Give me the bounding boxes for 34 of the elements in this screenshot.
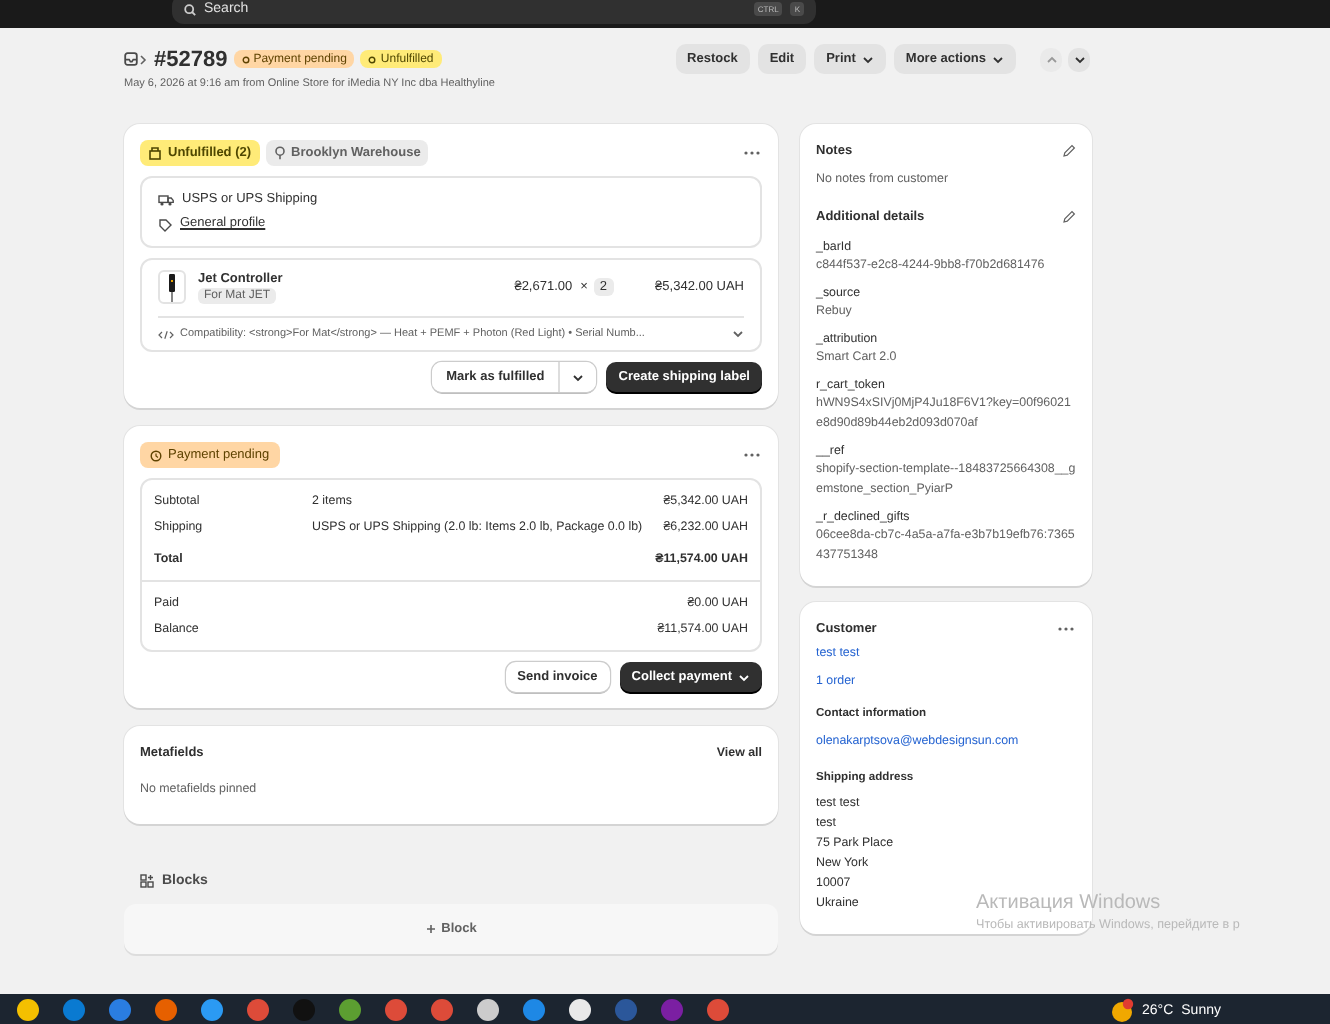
truck-icon — [158, 194, 174, 206]
app-icon[interactable] — [568, 997, 592, 1021]
more-icon[interactable] — [742, 150, 762, 156]
circle-icon — [241, 55, 250, 63]
circle-icon — [368, 55, 377, 63]
more-icon[interactable] — [742, 452, 762, 458]
pencil-icon[interactable] — [1062, 144, 1076, 158]
app-icon[interactable] — [476, 997, 500, 1021]
caret-icon — [732, 330, 744, 338]
app-icon[interactable] — [200, 997, 224, 1021]
caret-icon — [992, 55, 1004, 63]
next-order-button[interactable] — [1068, 47, 1090, 71]
caret-icon — [738, 673, 750, 681]
chevron-up-icon — [1045, 55, 1057, 63]
blocks-icon — [140, 874, 154, 888]
weather-sun-icon — [1110, 998, 1134, 1022]
inbox-icon — [124, 52, 138, 66]
package-icon — [148, 146, 162, 160]
clock-icon — [150, 449, 162, 461]
more-icon[interactable] — [1056, 626, 1076, 632]
order-number: #52789 — [154, 47, 228, 71]
app-icon[interactable] — [16, 997, 40, 1021]
chevron-down-icon — [1073, 55, 1085, 63]
location-pin-icon — [273, 146, 286, 160]
pencil-icon[interactable] — [1062, 210, 1076, 224]
plus-icon — [425, 924, 436, 934]
code-icon — [158, 329, 174, 339]
search-icon — [184, 3, 196, 15]
chevron-right-icon — [138, 53, 148, 65]
tag-icon — [158, 217, 172, 231]
caret-icon — [572, 373, 585, 381]
caret-icon — [861, 55, 874, 63]
product-thumbnail — [158, 270, 186, 304]
activation-watermark-title: Активация Windows — [976, 892, 1163, 914]
